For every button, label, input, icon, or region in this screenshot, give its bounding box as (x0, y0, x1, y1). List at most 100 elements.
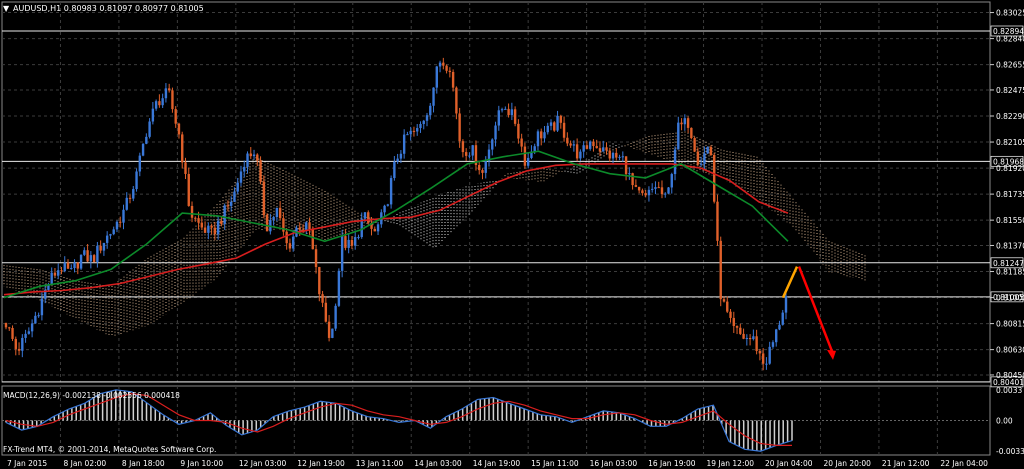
candle-body (63, 262, 66, 272)
candle-body (468, 155, 471, 157)
candle-body (96, 245, 99, 262)
candle-body (275, 207, 279, 218)
candle-body (716, 201, 719, 241)
main-frame (1, 1, 991, 383)
candle-body (73, 262, 76, 269)
price-tick-label: 0.82105 (996, 138, 1024, 147)
candle-body (719, 240, 722, 300)
forecast-arrowhead-icon (827, 349, 836, 360)
candle-body (226, 205, 230, 207)
horizontal-levels[interactable]: 0.828940.819680.812470.810050.80401 (2, 25, 1024, 388)
candle-body (252, 154, 256, 157)
symbol-header: AUDUSD,H1 0.80983 0.81097 0.80977 0.8100… (13, 4, 204, 13)
candle-body (203, 227, 207, 233)
candle-body (233, 191, 236, 202)
candle-body (761, 353, 765, 364)
candle-body (494, 125, 497, 140)
candle-body (184, 162, 187, 174)
candle-body (14, 338, 17, 349)
chart-canvas[interactable]: 0.828940.819680.812470.810050.80401 0.83… (0, 0, 1024, 469)
candle-body (624, 156, 628, 175)
candle-body (546, 125, 549, 133)
candle-body (471, 145, 474, 156)
candle-body (588, 141, 592, 149)
candle-body (690, 127, 693, 139)
price-tick-label: 0.81370 (996, 241, 1024, 250)
candle-body (657, 187, 660, 189)
candle-body (53, 272, 57, 276)
price-tick-label: 0.81550 (996, 216, 1024, 225)
candle-body (412, 130, 416, 132)
candle-body (291, 236, 295, 249)
candle-body (223, 205, 226, 224)
candle-body (621, 156, 625, 158)
candle-body (262, 181, 266, 215)
candle-body (615, 152, 618, 158)
candle-body (200, 222, 204, 228)
candle-body (451, 71, 455, 88)
candle-body (765, 363, 768, 365)
candle-body (187, 173, 190, 206)
time-tick-label: 14 Jan 03:00 (414, 459, 462, 468)
candle-body (99, 245, 102, 251)
candle-body (4, 322, 8, 328)
price-tick-label: 0.80630 (996, 346, 1024, 355)
candle-body (540, 131, 543, 139)
candle-body (402, 134, 406, 154)
candle-body (373, 228, 376, 232)
candle-body (566, 137, 569, 144)
candle-body (86, 250, 89, 262)
candle-body (448, 70, 452, 72)
candle-body (549, 122, 553, 126)
candle-body (197, 218, 200, 223)
copyright-text: FX-Trend MT4, © 2001-2014, MetaQuotes So… (3, 445, 216, 454)
price-level-label: 0.81247 (993, 259, 1024, 268)
candle-body (102, 242, 106, 251)
candle-body (464, 152, 468, 156)
candle-body (190, 205, 194, 218)
candle-body (194, 217, 197, 219)
candle-body (324, 302, 328, 322)
candle-body (259, 160, 262, 182)
candle-body (164, 88, 168, 99)
candle-body (21, 337, 24, 351)
candle-body (543, 132, 546, 139)
candle-body (220, 220, 223, 224)
price-tick-label: 0.81185 (996, 268, 1024, 277)
candle-body (680, 122, 683, 125)
candle-body (569, 143, 572, 146)
candle-body (758, 350, 762, 354)
time-tick-label: 9 Jan 10:00 (180, 459, 223, 468)
candle-body (239, 171, 243, 183)
candle-body (664, 193, 667, 195)
candle-body (334, 305, 337, 329)
candle-body (367, 212, 370, 223)
symbol-arrow-icon[interactable]: ▼ (3, 4, 10, 13)
price-tick-label: 0.82840 (996, 35, 1024, 44)
time-tick-label: 14 Jan 19:00 (473, 459, 521, 468)
candle-body (722, 299, 726, 302)
candle-body (210, 225, 213, 228)
candle-body (631, 173, 634, 186)
candle-body (396, 158, 399, 162)
candle-body (419, 123, 422, 129)
price-tick-label: 0.83025 (996, 9, 1024, 18)
candle-body (533, 146, 536, 152)
candle-body (726, 301, 729, 312)
candle-body (24, 333, 27, 338)
candle-body (713, 154, 716, 202)
candle-body (386, 204, 390, 206)
candle-body (236, 182, 239, 192)
candle-body (416, 128, 419, 132)
candle-body (167, 88, 171, 91)
candle-body (207, 225, 210, 233)
candle-body (213, 227, 217, 235)
candle-body (161, 98, 164, 106)
time-tick-label: 13 Jan 11:00 (356, 459, 404, 468)
candle-body (748, 338, 752, 340)
candle-body (318, 267, 321, 295)
candle-body (536, 131, 540, 147)
time-tick-label: 12 Jan 19:00 (297, 459, 345, 468)
time-tick-label: 8 Jan 02:00 (63, 459, 106, 468)
macd-tick-label: 0.00 (996, 417, 1013, 426)
